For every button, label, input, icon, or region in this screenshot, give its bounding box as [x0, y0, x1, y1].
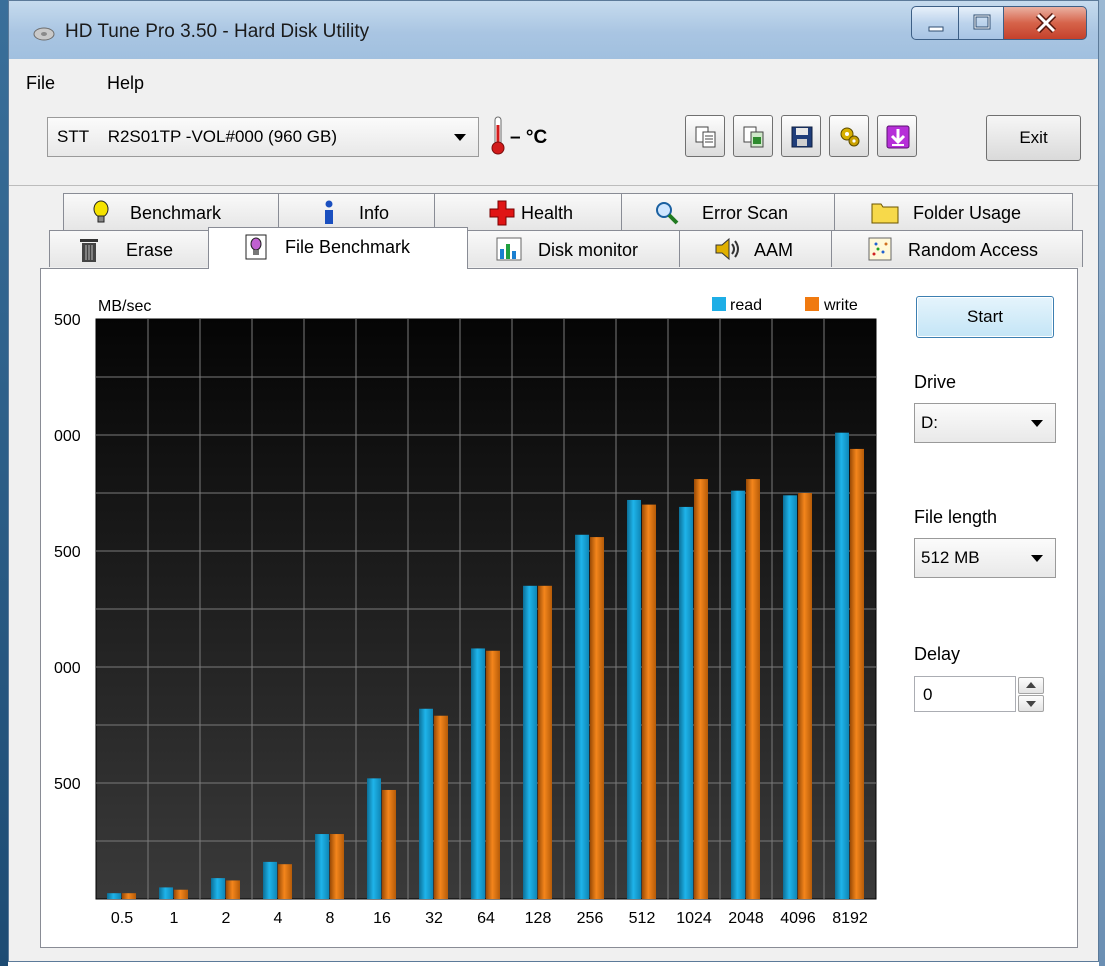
spin-down-icon: [1026, 701, 1036, 707]
file-bulb-icon: [245, 234, 267, 260]
delay-input[interactable]: 0: [914, 676, 1016, 712]
temperature-readout: – °C: [510, 127, 548, 148]
copy-screenshot-button[interactable]: [733, 115, 773, 157]
chevron-down-icon: [1031, 555, 1043, 562]
tab-error-scan[interactable]: Error Scan: [621, 193, 835, 230]
options-icon: [840, 127, 860, 147]
exit-button[interactable]: Exit: [986, 115, 1081, 161]
start-button[interactable]: Start: [916, 296, 1054, 338]
tab-label: Random Access: [908, 240, 1039, 260]
tab-erase[interactable]: Erase: [49, 230, 209, 267]
maximize-icon: [973, 14, 991, 30]
copy-text-icon: [695, 126, 716, 148]
spin-up-icon: [1026, 682, 1036, 688]
menu-bar: File Help: [9, 59, 1098, 104]
hard-disk-app-icon: [33, 27, 55, 41]
delay-label: Delay: [914, 644, 961, 664]
thermometer-icon: [491, 116, 505, 155]
tab-label: Erase: [126, 240, 174, 260]
chevron-down-icon: [454, 134, 466, 141]
tab-disk-monitor[interactable]: Disk monitor: [467, 230, 680, 267]
save-button[interactable]: [781, 115, 821, 157]
file-benchmark-panel: [40, 268, 1078, 948]
menu-help[interactable]: Help: [107, 73, 144, 94]
tab-folder-usage[interactable]: Folder Usage: [834, 193, 1073, 230]
download-button[interactable]: [877, 115, 917, 157]
title-bar[interactable]: HD Tune Pro 3.50 - Hard Disk Utility: [9, 1, 1098, 60]
copy-text-button[interactable]: [685, 115, 725, 157]
trash-icon: [80, 239, 98, 262]
minimize-icon: [928, 26, 944, 32]
drive-selector-value: STT R2S01TP -VOL#000 (960 GB): [57, 127, 338, 146]
health-cross-icon: [489, 200, 515, 226]
bar-chart-icon: [496, 237, 522, 261]
tab-benchmark[interactable]: Benchmark: [63, 193, 279, 230]
minimize-button[interactable]: [911, 6, 959, 40]
download-arrow-icon: [886, 125, 910, 149]
scatter-icon: [868, 237, 892, 261]
delay-input-value: 0: [923, 685, 933, 704]
close-icon: [1035, 12, 1057, 34]
file-length-label: File length: [914, 507, 998, 527]
drive-combo[interactable]: D:: [914, 403, 1056, 443]
close-button[interactable]: [1003, 6, 1087, 40]
speaker-icon: [715, 237, 739, 261]
drive-combo-value: D:: [921, 413, 938, 432]
tab-info[interactable]: Info: [278, 193, 435, 230]
copy-screenshot-icon: [743, 126, 764, 148]
menu-file[interactable]: File: [26, 73, 55, 94]
drive-label: Drive: [914, 372, 957, 392]
tab-label: File Benchmark: [285, 237, 411, 257]
tab-health[interactable]: Health: [434, 193, 622, 230]
tab-file-benchmark[interactable]: File Benchmark: [208, 227, 468, 269]
toolbar: STT R2S01TP -VOL#000 (960 GB) – °C Exit: [9, 103, 1098, 186]
folder-icon: [871, 203, 899, 224]
tab-label: Folder Usage: [913, 203, 1022, 223]
info-icon: [325, 200, 333, 224]
file-length-combo[interactable]: 512 MB: [914, 538, 1056, 578]
magnifier-icon: [656, 202, 679, 225]
drive-selector[interactable]: STT R2S01TP -VOL#000 (960 GB): [47, 117, 479, 157]
delay-decrement-button[interactable]: [1018, 695, 1044, 712]
options-button[interactable]: [829, 115, 869, 157]
desktop-edge-left: [0, 0, 8, 966]
lightbulb-icon: [93, 200, 109, 223]
tab-label: Error Scan: [702, 203, 789, 223]
maximize-button[interactable]: [958, 6, 1004, 40]
tab-label: Info: [359, 203, 390, 223]
chevron-down-icon: [1031, 420, 1043, 427]
tab-label: Health: [521, 203, 574, 223]
delay-increment-button[interactable]: [1018, 677, 1044, 694]
tab-random-access[interactable]: Random Access: [831, 230, 1083, 267]
tab-label: AAM: [754, 240, 794, 260]
desktop-edge-right: [1099, 0, 1105, 966]
window-title: HD Tune Pro 3.50 - Hard Disk Utility: [65, 21, 370, 42]
tab-label: Disk monitor: [538, 240, 639, 260]
file-length-combo-value: 512 MB: [921, 548, 980, 567]
tab-label: Benchmark: [130, 203, 222, 223]
save-icon: [791, 126, 813, 148]
tab-aam[interactable]: AAM: [679, 230, 832, 267]
